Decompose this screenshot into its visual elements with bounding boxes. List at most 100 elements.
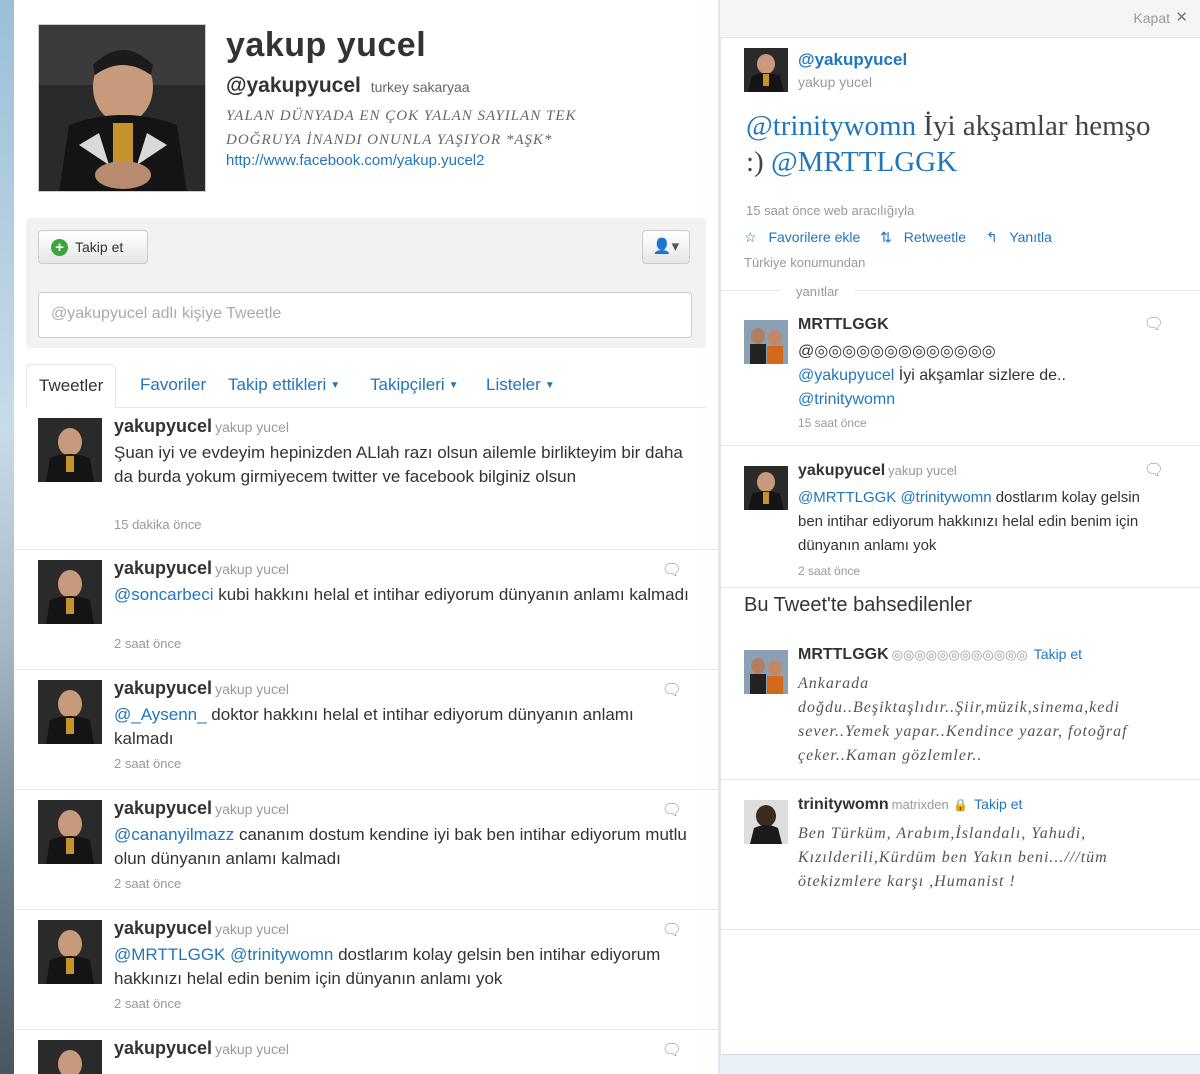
user-actions-button[interactable]: 👤▾ xyxy=(642,230,690,264)
avatar[interactable] xyxy=(744,800,788,844)
profile-url[interactable]: http://www.facebook.com/yakup.yucel2 xyxy=(226,152,484,169)
tab-tweets[interactable]: Tweetler xyxy=(26,364,117,408)
follow-link[interactable]: Takip et xyxy=(1034,646,1082,662)
tweet-mention[interactable]: @MRTTLGGK @trinitywomn xyxy=(114,945,333,964)
tweet-time[interactable]: 2 saat önce xyxy=(114,756,181,771)
follow-button-label: Takip et xyxy=(75,239,124,255)
tweet-author[interactable]: yakupyucel yakup yucel xyxy=(114,798,289,819)
reply-time[interactable]: 2 saat önce xyxy=(798,564,860,578)
avatar[interactable] xyxy=(38,920,102,984)
reply-icon[interactable]: 🗨 xyxy=(662,800,682,820)
tweet-display-name: yakup yucel xyxy=(215,561,289,577)
profile-avatar[interactable] xyxy=(38,24,206,192)
tweet-username: yakupyucel xyxy=(114,416,213,436)
reply-icon[interactable]: 🗨 xyxy=(1144,460,1164,480)
tweet-item[interactable]: yakupyucel yakup yucel Şuan iyi ve evdeyi… xyxy=(14,410,718,550)
tweet-mention[interactable]: @soncarbeci xyxy=(114,585,213,604)
panel-mention[interactable]: @trinitywomn xyxy=(746,110,916,142)
panel-tweet-text: @trinitywomn İyi akşamlar hemşo :) @MRTT… xyxy=(746,108,1166,180)
mentioned-display-name: matrixden xyxy=(891,797,949,812)
mentioned-user[interactable]: MRTTLGGK ◎◎◎◎◎◎◎◎◎◎◎◎ Takip et Ankarada do… xyxy=(720,642,1200,780)
tweet-author[interactable]: yakupyucel yakup yucel xyxy=(114,1038,289,1059)
mentioned-author[interactable]: MRTTLGGK ◎◎◎◎◎◎◎◎◎◎◎◎ Takip et xyxy=(798,646,1198,664)
reply-item[interactable]: MRTTLGGK 🗨 @◎◎◎◎◎◎◎◎◎◎◎◎◎ @yakupyucel İy… xyxy=(720,312,1200,446)
close-icon[interactable]: ✕ xyxy=(1175,8,1188,26)
reply-label: Yanıtla xyxy=(1009,229,1052,245)
tab-lists[interactable]: Listeler ▼ xyxy=(486,364,555,408)
tweet-author[interactable]: yakupyucel yakup yucel xyxy=(114,416,289,437)
tab-label: Takipçileri xyxy=(370,375,445,394)
reply-item[interactable]: yakupyucel yakup yucel 🗨 @MRTTLGGK @trini… xyxy=(720,458,1200,588)
reply-username: yakupyucel xyxy=(798,462,886,479)
person-icon: 👤▾ xyxy=(652,238,680,255)
avatar[interactable] xyxy=(38,800,102,864)
tweet-username: yakupyucel xyxy=(114,678,213,698)
panel-actions: ☆ Favorilere ekle ⇅ Retweetle ↰ Yanıtla xyxy=(744,229,1068,246)
tweet-time[interactable]: 15 dakika önce xyxy=(114,517,201,532)
tweet-item[interactable]: yakupyucel yakup yucel 🗨 @MRTTLGGK @trini… xyxy=(14,912,718,1030)
reply-icon[interactable]: 🗨 xyxy=(662,920,682,940)
panel-meta: 15 saat önce web aracılığıyla xyxy=(746,203,915,218)
panel-bottom-bar xyxy=(720,1054,1200,1074)
star-icon: ☆ xyxy=(744,229,757,245)
mentioned-user[interactable]: trinitywomn matrixden 🔒 Takip et Ben Türkü… xyxy=(720,792,1200,930)
reply-author[interactable]: MRTTLGGK xyxy=(798,316,889,334)
reply-mention[interactable]: @MRTTLGGK @trinitywomn xyxy=(798,489,992,506)
follow-link[interactable]: Takip et xyxy=(974,796,1022,812)
tweet-mention[interactable]: @_Aysenn_ xyxy=(114,705,207,724)
mentioned-bio: Ben Türküm, Arabım,İslandalı, Yahudi, Kı… xyxy=(798,825,1108,890)
follow-button[interactable]: + Takip et xyxy=(38,230,148,264)
tweet-mention[interactable]: @cananyilmazz xyxy=(114,825,234,844)
tweet-time[interactable]: 2 saat önce xyxy=(114,636,181,651)
reply-icon[interactable]: 🗨 xyxy=(662,1040,682,1060)
tweet-display-name: yakup yucel xyxy=(215,801,289,817)
avatar[interactable] xyxy=(744,466,788,510)
reply-time[interactable]: 15 saat önce xyxy=(798,416,867,430)
tweet-author[interactable]: yakupyucel yakup yucel xyxy=(114,678,289,699)
tweet-author[interactable]: yakupyucel yakup yucel xyxy=(114,918,289,939)
panel-location: Türkiye konumundan xyxy=(744,255,866,270)
reply-icon[interactable]: 🗨 xyxy=(1144,314,1164,334)
retweet-label: Retweetle xyxy=(903,229,967,245)
favorite-label: Favorilere ekle xyxy=(768,229,861,245)
tab-followers[interactable]: Takipçileri ▼ xyxy=(370,364,459,408)
panel-avatar[interactable] xyxy=(744,48,788,92)
tweet-item[interactable]: yakupyucel yakup yucel 🗨 @soncarbeci kubi… xyxy=(14,552,718,670)
retweet-action[interactable]: ⇅ Retweetle xyxy=(880,229,974,245)
tab-label: Tweetler xyxy=(39,376,104,395)
tweet-item[interactable]: yakupyucel yakup yucel 🗨 @cananyilmazz ca… xyxy=(14,792,718,910)
panel-handle[interactable]: @yakupyucel xyxy=(798,50,907,70)
tweet-display-name: yakup yucel xyxy=(215,681,289,697)
tweet-author[interactable]: yakupyucel yakup yucel xyxy=(114,558,289,579)
tab-label: Takip ettikleri xyxy=(228,375,327,394)
reply-action[interactable]: ↰ Yanıtla xyxy=(986,229,1060,245)
tweet-username: yakupyucel xyxy=(114,918,213,938)
avatar[interactable] xyxy=(38,418,102,482)
reply-icon[interactable]: 🗨 xyxy=(662,560,682,580)
avatar[interactable] xyxy=(744,320,788,364)
mentioned-author[interactable]: trinitywomn matrixden 🔒 Takip et xyxy=(798,796,1022,814)
avatar[interactable] xyxy=(38,1040,102,1074)
profile-tabs: Tweetler Favoriler Takip ettikleri ▼ Taki… xyxy=(26,364,706,408)
tweet-username: yakupyucel xyxy=(114,1038,213,1058)
avatar[interactable] xyxy=(38,680,102,744)
tab-favorites[interactable]: Favoriler xyxy=(140,364,206,408)
close-label[interactable]: Kapat xyxy=(1133,10,1170,26)
tweet-to-input[interactable]: @yakupyucel adlı kişiye Tweetle xyxy=(38,292,692,338)
desktop-background xyxy=(0,0,14,1074)
tweet-display-name: yakup yucel xyxy=(215,419,289,435)
reply-mention[interactable]: @trinitywomn xyxy=(798,391,895,408)
reply-mention[interactable]: @yakupyucel xyxy=(798,367,894,384)
tweet-item[interactable]: yakupyucel yakup yucel 🗨 @_Aysenn_ doktor… xyxy=(14,672,718,790)
tab-following[interactable]: Takip ettikleri ▼ xyxy=(228,364,340,408)
panel-mention[interactable]: @MRTTLGGK xyxy=(771,146,957,178)
tweet-item[interactable]: yakupyucel yakup yucel 🗨 xyxy=(14,1032,718,1074)
mentioned-username: trinitywomn xyxy=(798,796,889,813)
reply-author[interactable]: yakupyucel yakup yucel xyxy=(798,462,957,480)
avatar[interactable] xyxy=(744,650,788,694)
favorite-action[interactable]: ☆ Favorilere ekle xyxy=(744,229,868,245)
reply-icon[interactable]: 🗨 xyxy=(662,680,682,700)
tweet-time[interactable]: 2 saat önce xyxy=(114,876,181,891)
avatar[interactable] xyxy=(38,560,102,624)
tweet-time[interactable]: 2 saat önce xyxy=(114,996,181,1011)
